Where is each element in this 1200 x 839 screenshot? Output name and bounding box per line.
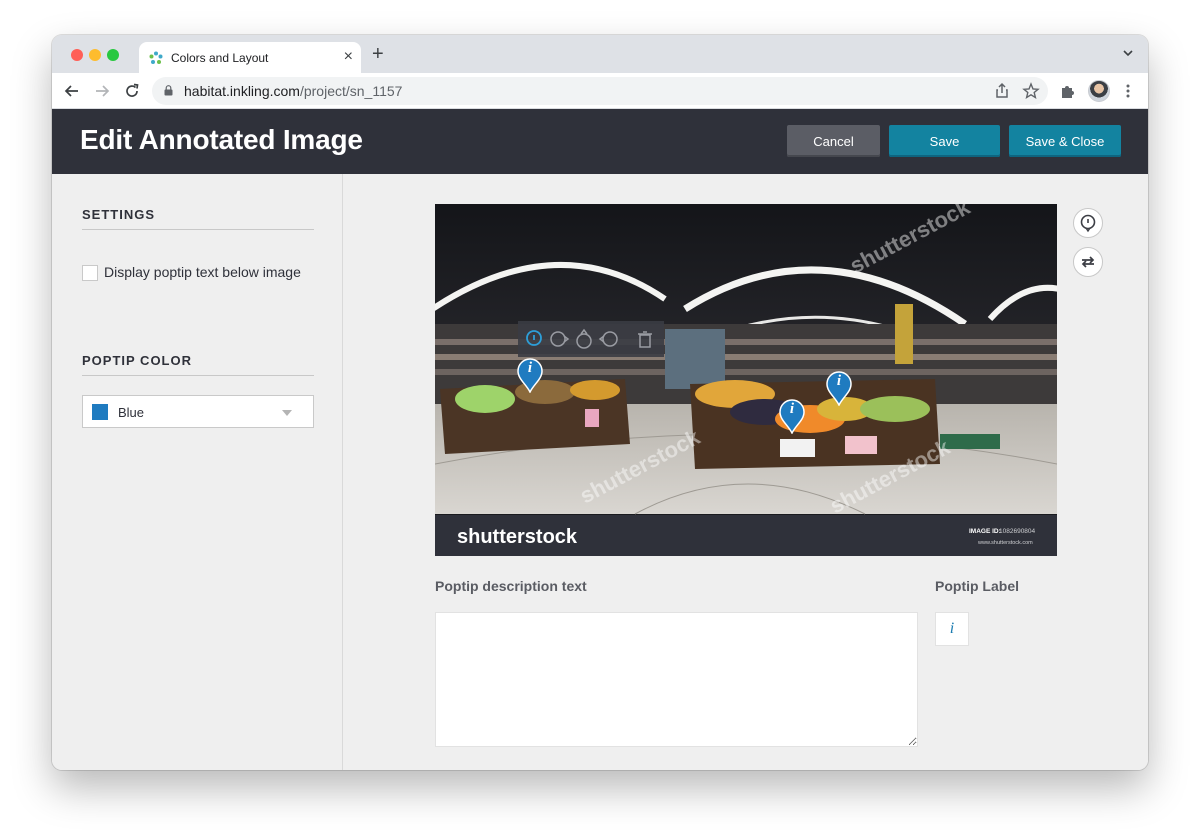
share-icon[interactable] [993, 82, 1011, 100]
save-button[interactable]: Save [889, 125, 1000, 157]
poptip-color-select[interactable]: Blue [82, 395, 314, 428]
browser-tab[interactable]: Colors and Layout × [139, 42, 361, 73]
page-title: Edit Annotated Image [80, 124, 363, 155]
banner-brand: shutterstock [457, 526, 578, 548]
tab-close-icon[interactable]: × [344, 48, 353, 66]
annotated-image[interactable]: shutterstock shutterstock shutterstock s… [435, 204, 1057, 556]
display-below-label[interactable]: Display poptip text below image [104, 264, 301, 280]
url-path: /project/sn_1157 [299, 83, 403, 99]
poptip-pin[interactable]: i [778, 398, 806, 434]
poptip-label-button[interactable]: i [935, 612, 969, 646]
url-host: habitat.inkling.com [184, 83, 300, 99]
description-label: Poptip description text [435, 578, 587, 594]
pin-icon [1080, 214, 1096, 233]
profile-avatar[interactable] [1088, 80, 1110, 102]
poptip-color-value: Blue [118, 405, 145, 420]
inkling-favicon-icon [149, 51, 163, 64]
caret-down-icon [282, 410, 292, 416]
poptip-description-input[interactable] [435, 612, 918, 747]
settings-heading: SETTINGS [82, 207, 156, 222]
bookmark-star-icon[interactable] [1022, 82, 1040, 100]
color-swatch [92, 404, 108, 420]
reload-icon[interactable] [122, 81, 142, 101]
tab-strip: Colors and Layout × + [52, 35, 1148, 73]
divider [82, 229, 314, 230]
app-header: Edit Annotated Image Cancel Save Save & … [52, 109, 1148, 174]
pin-style-right-icon[interactable] [548, 328, 570, 350]
display-below-checkbox[interactable] [82, 265, 98, 281]
minimize-window-button[interactable] [89, 49, 101, 61]
tab-title: Colors and Layout [171, 51, 269, 65]
poptip-pin[interactable]: i [825, 370, 853, 406]
new-tab-button[interactable]: + [372, 44, 384, 64]
save-and-close-button[interactable]: Save & Close [1009, 125, 1121, 157]
forward-arrow-icon[interactable] [92, 81, 112, 101]
pin-label: i [789, 401, 795, 417]
divider [82, 375, 314, 376]
pin-label: i [836, 373, 842, 389]
add-pin-button[interactable] [1073, 208, 1103, 238]
back-arrow-icon[interactable] [62, 81, 82, 101]
maximize-window-button[interactable] [107, 49, 119, 61]
banner-url: www.shutterstock.com [977, 540, 1033, 546]
close-window-button[interactable] [71, 49, 83, 61]
cancel-button[interactable]: Cancel [787, 125, 880, 157]
url-text: habitat.inkling.com/project/sn_1157 [184, 83, 402, 99]
pin-style-teardrop-icon[interactable] [523, 328, 545, 350]
settings-sidebar: SETTINGS Display poptip text below image… [52, 174, 343, 770]
trash-icon[interactable] [634, 328, 656, 350]
replace-image-button[interactable] [1073, 247, 1103, 277]
pin-style-left-icon[interactable] [598, 328, 620, 350]
more-vertical-icon[interactable] [1119, 82, 1137, 100]
poptip-pin[interactable]: i [516, 357, 544, 393]
poptip-label-heading: Poptip Label [935, 578, 1019, 594]
extensions-puzzle-icon[interactable] [1059, 82, 1077, 100]
address-bar[interactable]: habitat.inkling.com/project/sn_1157 [152, 77, 1048, 105]
swap-arrows-icon [1081, 256, 1095, 268]
pin-style-up-icon[interactable] [573, 328, 595, 350]
image-id: 1082690804 [999, 528, 1036, 535]
lock-icon [164, 85, 173, 96]
chevron-down-icon[interactable] [1122, 47, 1134, 59]
browser-toolbar: habitat.inkling.com/project/sn_1157 [52, 73, 1148, 109]
pin-label: i [527, 360, 533, 376]
image-id-label: IMAGE ID: [969, 528, 1001, 535]
poptip-color-heading: POPTIP COLOR [82, 353, 192, 368]
browser-window: Colors and Layout × + habitat.inkling.co… [52, 35, 1148, 770]
editor-main: shutterstock shutterstock shutterstock s… [344, 174, 1148, 770]
